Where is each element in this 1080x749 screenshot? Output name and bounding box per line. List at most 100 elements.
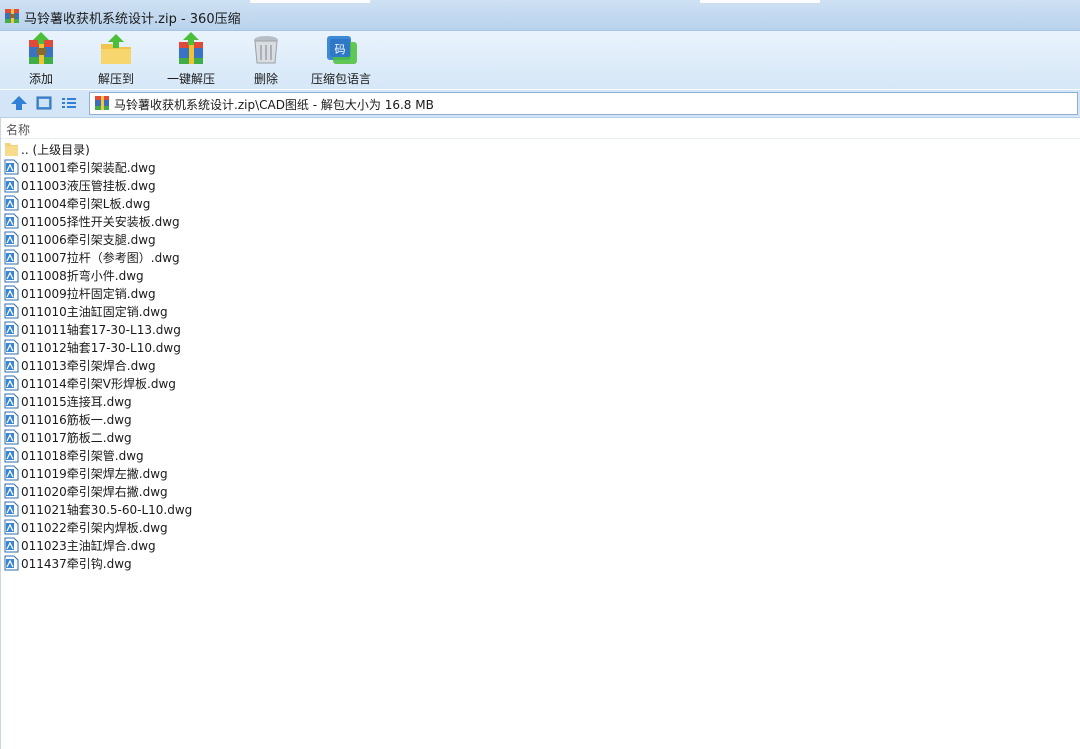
file-item[interactable]: 011022牵引架内焊板.dwg xyxy=(0,518,400,536)
archive-language-button[interactable]: 码 压缩包语言 xyxy=(310,31,372,89)
dwg-file-icon xyxy=(4,411,19,427)
file-item[interactable]: 011016筋板一.dwg xyxy=(0,410,400,428)
file-name: 011012轴套17-30-L10.dwg xyxy=(21,341,181,355)
list-view-icon[interactable] xyxy=(60,95,78,111)
file-name: 011003液压管挂板.dwg xyxy=(21,179,156,193)
file-name: 011009拉杆固定销.dwg xyxy=(21,287,156,301)
file-item[interactable]: 011014牵引架V形焊板.dwg xyxy=(0,374,400,392)
parent-directory-label: .. (上级目录) xyxy=(21,143,90,157)
up-arrow-icon[interactable] xyxy=(10,95,28,111)
file-name: 011010主油缸固定销.dwg xyxy=(21,305,168,319)
file-item[interactable]: 011015连接耳.dwg xyxy=(0,392,400,410)
one-click-extract-label: 一键解压 xyxy=(166,72,215,86)
file-item[interactable]: 011008折弯小件.dwg xyxy=(0,266,400,284)
dwg-file-icon xyxy=(4,555,19,571)
dwg-file-icon xyxy=(4,285,19,301)
dwg-file-icon xyxy=(4,429,19,445)
address-field[interactable]: 马铃薯收获机系统设计.zip\CAD图纸 - 解包大小为 16.8 MB xyxy=(89,92,1078,115)
parent-directory-item[interactable]: .. (上级目录) xyxy=(0,140,400,158)
dwg-file-icon xyxy=(4,501,19,517)
zip-archive-icon xyxy=(5,9,19,23)
file-name: 011004牵引架L板.dwg xyxy=(21,197,151,211)
address-path: 马铃薯收获机系统设计.zip\CAD图纸 - 解包大小为 16.8 MB xyxy=(114,98,434,112)
app-window: 马铃薯收获机系统设计.zip - 360压缩 添加 解压到 一键解压 删除 码 … xyxy=(0,0,1080,749)
file-item[interactable]: 011020牵引架焊右撇.dwg xyxy=(0,482,400,500)
add-archive-icon xyxy=(29,32,53,64)
file-name: 011008折弯小件.dwg xyxy=(21,269,144,283)
dwg-file-icon xyxy=(4,213,19,229)
file-item[interactable]: 011437牵引钩.dwg xyxy=(0,554,400,572)
file-name: 011011轴套17-30-L13.dwg xyxy=(21,323,181,337)
file-name: 011021轴套30.5-60-L10.dwg xyxy=(21,503,193,517)
svg-text:码: 码 xyxy=(335,43,346,56)
title-glow xyxy=(700,0,820,3)
file-name: 011018牵引架管.dwg xyxy=(21,449,144,463)
dwg-file-icon xyxy=(4,393,19,409)
file-item[interactable]: 011010主油缸固定销.dwg xyxy=(0,302,400,320)
file-name: 011007拉杆（参考图）.dwg xyxy=(21,251,180,265)
folder-icon xyxy=(5,143,18,156)
delete-label: 删除 xyxy=(253,72,278,86)
extract-to-label: 解压到 xyxy=(97,72,134,86)
file-name: 011023主油缸焊合.dwg xyxy=(21,539,156,553)
file-name: 011019牵引架焊左撇.dwg xyxy=(21,467,168,481)
trash-icon xyxy=(254,36,278,64)
extract-to-folder-icon xyxy=(101,34,131,64)
file-item[interactable]: 011013牵引架焊合.dwg xyxy=(0,356,400,374)
dwg-file-icon xyxy=(4,339,19,355)
file-name: 011015连接耳.dwg xyxy=(21,395,132,409)
thumbnail-view-icon[interactable] xyxy=(35,95,53,111)
file-item[interactable]: 011003液压管挂板.dwg xyxy=(0,176,400,194)
file-name: 011017筋板二.dwg xyxy=(21,431,132,445)
file-name: 011437牵引钩.dwg xyxy=(21,557,132,571)
dwg-file-icon xyxy=(4,249,19,265)
dwg-file-icon xyxy=(4,321,19,337)
dwg-file-icon xyxy=(4,483,19,499)
file-item[interactable]: 011018牵引架管.dwg xyxy=(0,446,400,464)
address-bar: 马铃薯收获机系统设计.zip\CAD图纸 - 解包大小为 16.8 MB xyxy=(0,90,1080,118)
file-list: .. (上级目录) 011001牵引架装配.dwg 011003液压管挂板.dwg… xyxy=(0,140,1080,572)
archive-language-label: 压缩包语言 xyxy=(310,72,371,86)
one-click-extract-button[interactable]: 一键解压 xyxy=(160,31,222,89)
delete-button[interactable]: 删除 xyxy=(235,31,297,89)
dwg-file-icon xyxy=(4,177,19,193)
file-item[interactable]: 011011轴套17-30-L13.dwg xyxy=(0,320,400,338)
file-name: 011005择性开关安装板.dwg xyxy=(21,215,180,229)
file-item[interactable]: 011023主油缸焊合.dwg xyxy=(0,536,400,554)
dwg-file-icon xyxy=(4,519,19,535)
dwg-file-icon xyxy=(4,465,19,481)
window-title: 马铃薯收获机系统设计.zip - 360压缩 xyxy=(24,12,241,27)
dwg-file-icon xyxy=(4,537,19,553)
file-item[interactable]: 011007拉杆（参考图）.dwg xyxy=(0,248,400,266)
add-label: 添加 xyxy=(28,72,53,86)
dwg-file-icon xyxy=(4,375,19,391)
zip-archive-icon xyxy=(95,96,109,110)
file-name: 011014牵引架V形焊板.dwg xyxy=(21,377,176,391)
file-item[interactable]: 011021轴套30.5-60-L10.dwg xyxy=(0,500,400,518)
toolbar: 添加 解压到 一键解压 删除 码 压缩包语言 xyxy=(0,31,1080,89)
file-item[interactable]: 011004牵引架L板.dwg xyxy=(0,194,400,212)
file-item[interactable]: 011005择性开关安装板.dwg xyxy=(0,212,400,230)
file-name: 011001牵引架装配.dwg xyxy=(21,161,156,175)
title-bar[interactable]: 马铃薯收获机系统设计.zip - 360压缩 xyxy=(0,0,1080,31)
dwg-file-icon xyxy=(4,231,19,247)
file-name: 011020牵引架焊右撇.dwg xyxy=(21,485,168,499)
file-item[interactable]: 011012轴套17-30-L10.dwg xyxy=(0,338,400,356)
file-item[interactable]: 011017筋板二.dwg xyxy=(0,428,400,446)
extract-to-button[interactable]: 解压到 xyxy=(85,31,147,89)
file-name: 011013牵引架焊合.dwg xyxy=(21,359,156,373)
dwg-file-icon xyxy=(4,357,19,373)
one-click-extract-icon xyxy=(179,32,203,64)
file-item[interactable]: 011006牵引架支腿.dwg xyxy=(0,230,400,248)
file-item[interactable]: 011009拉杆固定销.dwg xyxy=(0,284,400,302)
dwg-file-icon xyxy=(4,303,19,319)
file-item[interactable]: 011019牵引架焊左撇.dwg xyxy=(0,464,400,482)
dwg-file-icon xyxy=(4,447,19,463)
file-item[interactable]: 011001牵引架装配.dwg xyxy=(0,158,400,176)
add-button[interactable]: 添加 xyxy=(10,31,72,89)
column-name-header[interactable]: 名称 xyxy=(6,121,30,138)
file-name: 011006牵引架支腿.dwg xyxy=(21,233,156,247)
dwg-file-icon xyxy=(4,159,19,175)
file-name: 011022牵引架内焊板.dwg xyxy=(21,521,168,535)
dwg-file-icon xyxy=(4,195,19,211)
